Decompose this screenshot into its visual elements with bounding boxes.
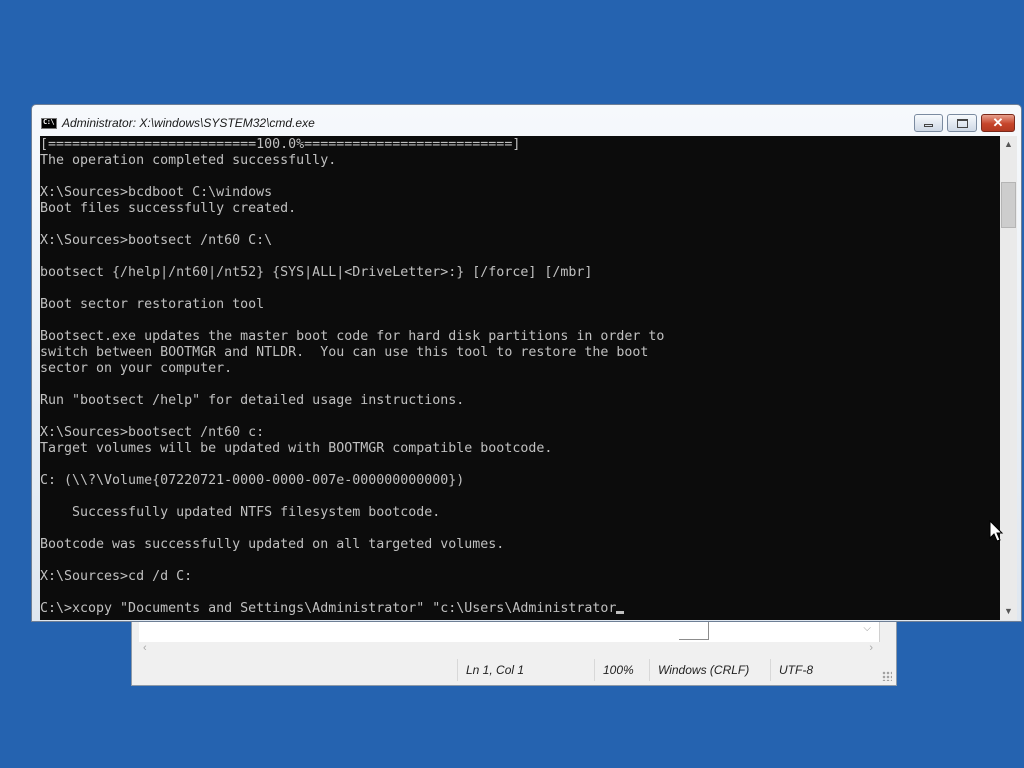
console-text: [==========================100.0%=======… [40,136,1000,617]
console-line: [==========================100.0%=======… [40,137,521,152]
status-position: Ln 1, Col 1 [457,659,591,681]
status-line-ending: Windows (CRLF) [649,659,767,681]
console-line: X:\Sources>bootsect /nt60 C:\ [40,233,273,248]
status-encoding: UTF-8 [770,659,880,681]
close-icon: ✕ [992,115,1004,130]
window-title: Administrator: X:\windows\SYSTEM32\cmd.e… [62,116,315,130]
console-line: Run "bootsect /help" for detailed usage … [40,393,465,408]
scroll-up-icon[interactable]: ▲ [1000,136,1017,153]
scroll-down-icon[interactable]: ▼ [1000,603,1017,620]
console-line: Boot files successfully created. [40,201,297,216]
console-line: Target volumes will be updated with BOOT… [40,441,553,456]
horizontal-scrollbar[interactable]: ‹ › [139,642,879,657]
console-line: X:\Sources>cd /d C: [40,569,193,584]
console-line: Bootcode was successfully updated on all… [40,537,505,552]
scroll-down-icon[interactable]: ⌵ [863,623,871,634]
console-line: Successfully updated NTFS filesystem boo… [40,505,441,520]
cmd-app-icon[interactable]: C:\ [41,118,57,129]
scroll-left-icon[interactable]: ‹ [143,642,147,654]
console-line: switch between BOOTMGR and NTLDR. You ca… [40,345,649,360]
command-input-line[interactable]: C:\>xcopy "Documents and Settings\Admini… [40,601,616,616]
scroll-thumb[interactable] [1001,182,1016,228]
maximize-icon [956,118,968,128]
text-area-resize-grip [679,621,709,640]
console-output[interactable]: [==========================100.0%=======… [40,136,1000,620]
cmd-window: C:\ Administrator: X:\windows\SYSTEM32\c… [31,104,1022,622]
console-line: bootsect {/help|/nt60|/nt52} {SYS|ALL|<D… [40,265,593,280]
mouse-pointer-icon [989,520,1004,542]
minimize-button[interactable] [914,114,943,132]
maximize-button[interactable] [947,114,977,132]
console-line: Bootsect.exe updates the master boot cod… [40,329,665,344]
resize-grip-icon[interactable] [882,671,892,681]
console-line: The operation completed successfully. [40,153,337,168]
text-cursor [616,611,625,614]
status-zoom: 100% [594,659,646,681]
console-line: Boot sector restoration tool [40,297,265,312]
notepad-text-area[interactable]: ⌵ [139,621,880,642]
close-button[interactable]: ✕ [981,114,1015,132]
console-line: X:\Sources>bootsect /nt60 c: [40,425,265,440]
title-bar[interactable]: C:\ Administrator: X:\windows\SYSTEM32\c… [32,105,1021,135]
minimize-icon [924,124,933,127]
notepad-window: ⌵ ‹ › Ln 1, Col 1 100% Windows (CRLF) UT… [131,620,897,686]
console-line: C: (\\?\Volume{07220721-0000-0000-007e-0… [40,473,465,488]
vertical-scrollbar[interactable]: ▲ ▼ [1000,136,1017,620]
console-line: X:\Sources>bcdboot C:\windows [40,185,273,200]
status-bar: Ln 1, Col 1 100% Windows (CRLF) UTF-8 [139,659,891,681]
console-line: sector on your computer. [40,361,233,376]
scroll-right-icon[interactable]: › [869,642,873,654]
